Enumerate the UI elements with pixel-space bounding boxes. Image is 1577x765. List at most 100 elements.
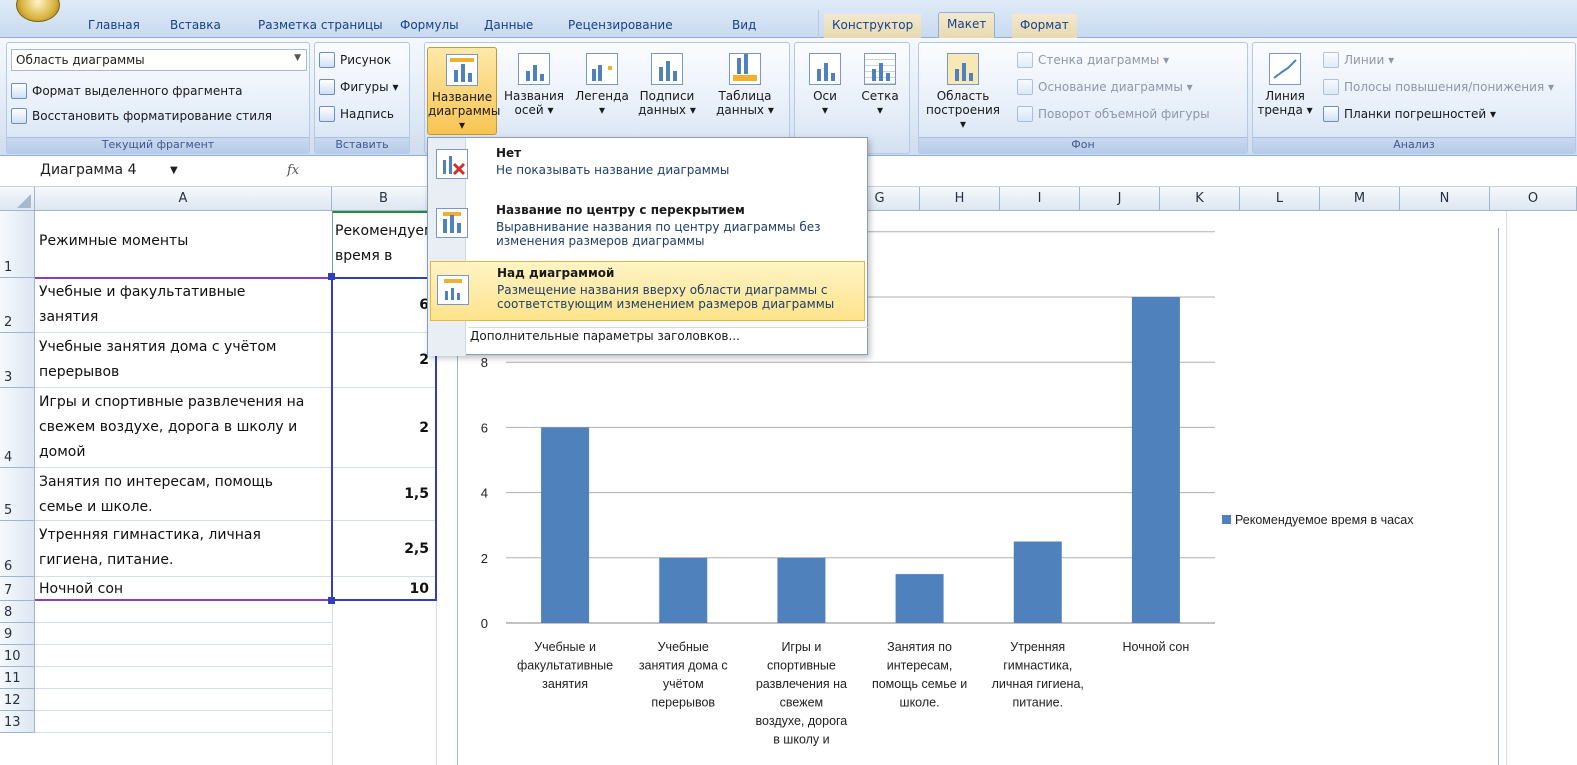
chevron-down-icon: ▼	[294, 53, 301, 63]
format-selection-icon	[11, 83, 27, 99]
chart-bar[interactable]	[1131, 297, 1180, 623]
tab-page-layout[interactable]: Разметка страницы	[250, 14, 391, 38]
cell-b1[interactable]: Рекомендуемое время в часах	[332, 211, 436, 278]
row-header-5[interactable]: 5	[0, 468, 35, 521]
row-header-13[interactable]: 13	[0, 711, 35, 733]
chart-bar[interactable]	[659, 557, 708, 623]
cell-a9[interactable]	[35, 623, 332, 645]
name-box[interactable]: Диаграмма 4	[30, 161, 270, 183]
legend-button[interactable]: Легенда ▾	[571, 47, 633, 135]
chart-title-icon	[446, 54, 478, 86]
row-header-4[interactable]: 4	[0, 388, 35, 468]
column-header-b[interactable]: B	[332, 187, 436, 211]
chart-bar[interactable]	[777, 557, 826, 623]
gridline	[1506, 211, 1507, 765]
chart-elements-combo[interactable]: Область диаграммы ▼	[11, 49, 307, 71]
chart-bar[interactable]	[1013, 541, 1062, 624]
row-header-12[interactable]: 12	[0, 689, 35, 711]
column-header-l[interactable]: L	[1240, 187, 1320, 211]
axes-button[interactable]: Оси ▾	[799, 47, 851, 135]
column-header-h[interactable]: H	[920, 187, 1000, 211]
cell-a10[interactable]	[35, 645, 332, 667]
row-header-7[interactable]: 7	[0, 577, 35, 601]
trendline-button[interactable]: Линия тренда ▾	[1257, 47, 1313, 135]
chart-floor-button[interactable]: Основание диаграммы ▾	[1017, 76, 1193, 98]
trendline-icon	[1269, 53, 1301, 85]
column-header-j[interactable]: J	[1080, 187, 1160, 211]
cell-a12[interactable]	[35, 689, 332, 711]
insert-textbox-button[interactable]: Надпись	[319, 103, 394, 125]
menu-item-no-title[interactable]: Нет Не показывать название диаграммы	[430, 142, 865, 186]
shapes-icon	[319, 79, 335, 95]
column-header-k[interactable]: K	[1160, 187, 1240, 211]
row-header-11[interactable]: 11	[0, 667, 35, 689]
row-header-9[interactable]: 9	[0, 623, 35, 645]
insert-picture-button[interactable]: Рисунок	[319, 49, 391, 71]
chart-x-tick-label: развлечения на	[756, 677, 847, 691]
lines-button[interactable]: Линии ▾	[1323, 49, 1394, 71]
chart-floor-label: Основание диаграммы ▾	[1038, 80, 1193, 94]
tab-review[interactable]: Рецензирование	[560, 14, 681, 38]
column-header-n[interactable]: N	[1400, 187, 1490, 211]
office-button[interactable]	[16, 0, 60, 22]
axes-label: Оси ▾	[813, 89, 837, 117]
legend-icon	[586, 53, 618, 85]
insert-function-icon[interactable]: fx	[287, 163, 299, 178]
cell-a11[interactable]	[35, 667, 332, 689]
legend-swatch	[1222, 515, 1231, 524]
row-header-3[interactable]: 3	[0, 333, 35, 388]
chart-y-tick-label: 8	[481, 355, 488, 370]
tab-format[interactable]: Формат	[1012, 14, 1077, 38]
error-bars-button[interactable]: Планки погрешностей ▾	[1323, 103, 1496, 125]
data-labels-button[interactable]: Подписи данных ▾	[635, 47, 699, 135]
format-selection-button[interactable]: Формат выделенного фрагмента	[11, 80, 242, 102]
tab-view[interactable]: Вид	[724, 14, 764, 38]
column-header-o[interactable]: O	[1490, 187, 1577, 211]
chart-wall-button[interactable]: Стенка диаграммы ▾	[1017, 49, 1169, 71]
chart-x-axis: Учебные и факультативные занятия Учебные зан…	[517, 640, 1189, 747]
plot-area-button[interactable]: Область построения ▾	[923, 47, 1003, 135]
tab-layout[interactable]: Макет	[938, 12, 996, 39]
chart-x-tick-label: свежем	[780, 696, 823, 710]
column-header-i[interactable]: I	[1000, 187, 1080, 211]
insert-shapes-button[interactable]: Фигуры ▾	[319, 76, 398, 98]
cell-a1[interactable]: Режимные моменты	[35, 211, 332, 278]
updown-bars-button[interactable]: Полосы повышения/понижения ▾	[1323, 76, 1554, 98]
chart-title-button[interactable]: Название диаграммы ▾	[427, 47, 500, 135]
cell-a8[interactable]	[35, 601, 332, 623]
menu-item-above-chart[interactable]: Над диаграммой Размещение названия вверх…	[430, 261, 865, 321]
row-header-10[interactable]: 10	[0, 645, 35, 667]
chart-x-tick-label: Ночной сон	[1123, 640, 1190, 654]
plot-area-icon	[947, 53, 979, 85]
range-handle[interactable]	[328, 597, 335, 604]
row-header-6[interactable]: 6	[0, 521, 35, 577]
row-header-8[interactable]: 8	[0, 601, 35, 623]
3d-rotation-icon	[1017, 106, 1033, 122]
3d-rotation-button[interactable]: Поворот объемной фигуры	[1017, 103, 1210, 125]
axis-titles-button[interactable]: Названия осей ▾	[501, 47, 567, 135]
tab-design[interactable]: Конструктор	[824, 14, 922, 38]
tab-formulas[interactable]: Формулы	[392, 14, 467, 38]
gridlines-button[interactable]: Сетка ▾	[853, 47, 907, 135]
cell-a13[interactable]	[35, 711, 332, 733]
column-header-m[interactable]: M	[1320, 187, 1400, 211]
range-handle[interactable]	[328, 273, 335, 280]
row-header-1[interactable]: 1	[0, 211, 35, 278]
chart-bar[interactable]	[541, 427, 590, 623]
menu-item-more-title-options[interactable]: Дополнительные параметры заголовков...	[470, 329, 740, 343]
tab-insert[interactable]: Вставка	[162, 14, 229, 38]
chart-x-tick-label: питание.	[1012, 696, 1063, 710]
chart-legend[interactable]: Рекомендуемое время в часах	[1222, 513, 1414, 527]
plot-area-label: Область построения ▾	[926, 89, 1000, 131]
chevron-down-icon[interactable]: ▼	[170, 165, 178, 176]
tab-data[interactable]: Данные	[476, 14, 541, 38]
data-table-button[interactable]: Таблица данных ▾	[703, 47, 787, 135]
select-all-corner[interactable]	[0, 187, 35, 211]
tab-home[interactable]: Главная	[80, 14, 148, 38]
menu-item-centered-overlay[interactable]: Название по центру с перекрытием Выравни…	[430, 200, 865, 262]
reset-style-button[interactable]: Восстановить форматирование стиля	[11, 105, 272, 127]
chart-bar[interactable]	[895, 574, 944, 623]
row-header-2[interactable]: 2	[0, 278, 35, 333]
data-labels-label: Подписи данных ▾	[638, 89, 696, 117]
column-header-a[interactable]: A	[35, 187, 332, 211]
